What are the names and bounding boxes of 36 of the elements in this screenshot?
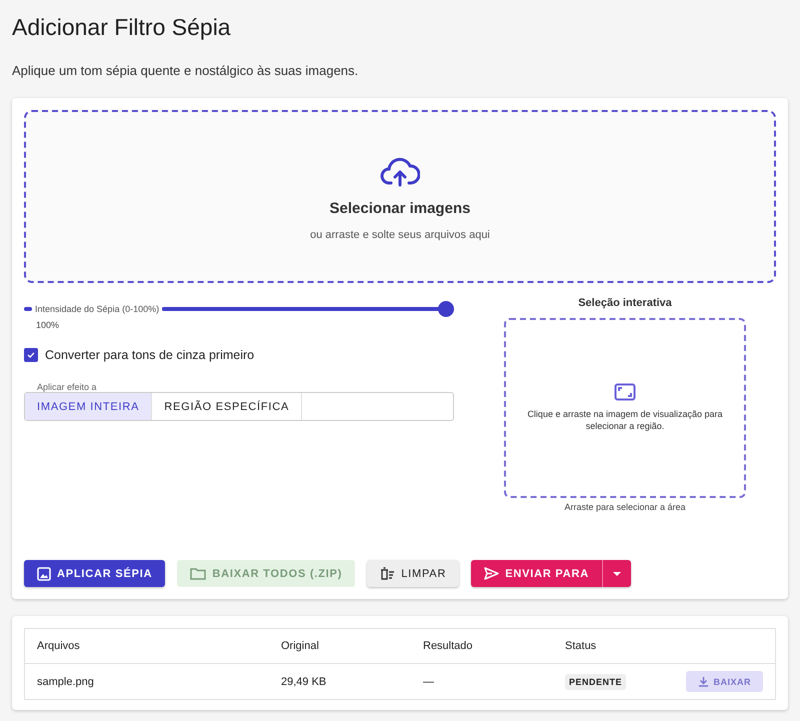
checkbox[interactable] [24,348,38,362]
selection-area[interactable]: Clique e arraste na imagem de visualização para selecionar a região. [504,318,746,498]
table-cell: — [411,664,553,700]
page-subtitle: Aplique um tom sépia quente e nostálgico às suas imagens. [12,63,360,78]
dropdown-button[interactable] [602,560,631,587]
send-icon [484,567,500,580]
slider-label: Intensidade do Sépia (0-100%) [35,304,160,314]
status-badge: PENDENTE [565,674,626,690]
column-header: Original [269,628,411,664]
send-to-button[interactable]: ENVIAR PARA [471,560,602,587]
slider-thumb[interactable] [438,301,454,317]
selection-title: Seleção interativa [578,297,672,309]
table-cell: 29,49 KB [269,664,411,700]
dropzone[interactable]: Selecionar imagens ou arraste e solte seus arquivos aqui [24,110,776,283]
dropzone-title: Selecionar imagens [330,200,470,217]
apply-button[interactable]: APLICAR SÉPIA [24,560,166,587]
clear-list-icon [380,567,396,580]
selection-instructions: Clique e arraste na imagem de visualização para selecionar a região. [526,409,724,433]
dropzone-hint: ou arraste e solte seus arquivos aqui [310,229,490,241]
clear-button[interactable]: LIMPAR [367,560,460,587]
page-title: Adicionar Filtro Sépia [12,14,232,41]
checkbox-label: Converter para tons de cinza primeiro [45,348,254,362]
cloud-upload-icon [380,156,420,188]
image-icon [37,566,51,580]
group-legend: Aplicar efeito a [35,382,99,392]
folder-icon [190,567,206,580]
toggle-option[interactable]: IMAGEM INTEIRA [25,393,152,420]
crop-frame-icon [614,383,636,402]
slider-value: 100% [36,320,60,330]
column-header: Status [553,628,655,664]
column-header: Resultado [411,628,553,664]
table-cell: sample.png [24,664,269,700]
selection-caption: Arraste para selecionar a área [564,502,686,512]
caret-icon [612,570,622,576]
download-icon [698,676,710,687]
column-header: Arquivos [24,628,269,664]
